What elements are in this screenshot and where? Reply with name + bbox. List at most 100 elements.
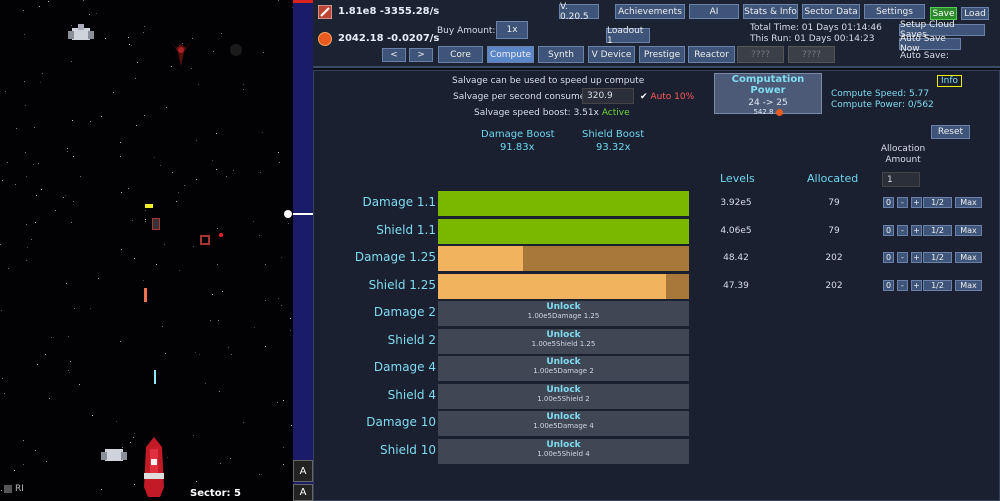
save-button[interactable]: Save [930,7,957,20]
half-button[interactable]: 1/2 [923,224,952,236]
salvage-per-second-input[interactable]: 320.9 [582,88,634,104]
star [73,156,74,157]
set-zero-button[interactable]: 0 [883,197,894,208]
progress-bar [438,191,689,216]
star [243,84,244,85]
half-button[interactable]: 1/2 [923,279,952,291]
star [130,442,131,443]
load-button[interactable]: Load [961,7,989,20]
decrease-button[interactable]: - [897,279,908,291]
unlock-button[interactable]: Unlock 1.00e5Shield 4 [438,438,689,464]
tab-locked-1[interactable]: ???? [737,46,784,63]
star [101,116,102,117]
max-button[interactable]: Max [955,279,982,291]
shield-boost-label: Shield Boost [582,129,645,140]
decrease-button[interactable]: - [897,224,908,236]
compute-panel: Salvage can be used to speed up compute … [313,70,1000,501]
set-zero-button[interactable]: 0 [883,279,894,291]
star [162,326,163,327]
side-button-a2[interactable]: A [293,484,313,501]
star [7,162,8,163]
tab-synth[interactable]: Synth [538,46,584,63]
increase-button[interactable]: + [911,197,922,208]
unlock-button[interactable]: Unlock 1.00e5Damage 2 [438,356,689,381]
auto-10-checkbox[interactable]: ✔ Auto 10% [640,92,694,102]
unlock-button[interactable]: Unlock 1.00e5Shield 2 [438,383,689,409]
star [193,435,194,436]
star [220,463,221,464]
star [1,490,2,491]
increase-button[interactable]: + [911,252,922,263]
set-zero-button[interactable]: 0 [883,252,894,263]
star [2,378,3,379]
tab-v-device[interactable]: V Device [588,46,635,63]
unlock-button[interactable]: Unlock 1.00e5Shield 1.25 [438,328,689,354]
info-button[interactable]: Info [937,75,963,87]
nav-prev-button[interactable]: < [382,48,406,62]
increase-button[interactable]: + [911,224,922,236]
star [210,320,211,321]
half-button[interactable]: 1/2 [923,197,952,208]
progress-bar [438,246,689,271]
nav-next-button[interactable]: > [409,48,433,62]
max-button[interactable]: Max [955,252,982,263]
level-value: 47.39 [723,280,749,291]
tab-core[interactable]: Core [438,46,483,63]
set-zero-button[interactable]: 0 [883,224,894,236]
energy-orb-icon [318,32,332,46]
star [33,164,34,165]
computation-power-button[interactable]: Computation Power 24 -> 25 542.8 [714,73,822,116]
settings-button[interactable]: Settings [864,4,925,19]
unlock-cost: 1.00e5Shield 1.25 [531,339,596,348]
star [132,220,133,221]
decrease-button[interactable]: - [897,252,908,263]
star [128,37,129,38]
player-position-icon [284,210,292,218]
increase-button[interactable]: + [911,279,922,291]
tab-locked-2[interactable]: ???? [788,46,835,63]
star [31,239,32,240]
star [281,305,282,306]
sector-data-button[interactable]: Sector Data [802,4,860,19]
unlock-label: Unlock [546,439,581,450]
loadout-button[interactable]: Loadout 1 [606,26,650,46]
row-label: Damage 10 [366,415,436,429]
star [226,176,227,177]
auto-save-now-button[interactable]: Auto Save Now [899,34,961,54]
star [26,260,27,261]
total-time: Total Time: 01 Days 01:14:46 [750,23,882,33]
star [36,195,37,196]
half-button[interactable]: 1/2 [923,252,952,263]
progress-marker [293,213,313,215]
side-button-a1[interactable]: A [293,460,313,482]
star [70,361,71,362]
reset-button[interactable]: Reset [931,125,970,139]
star [71,222,72,223]
player-ship-icon[interactable] [140,437,168,499]
auto-10-label: Auto 10% [650,92,695,102]
stats-info-button[interactable]: Stats & Info [743,4,798,19]
ri-toggle[interactable]: RI [4,484,24,494]
allocation-amount-input[interactable]: 1 [882,172,920,187]
star [283,464,284,465]
star [166,107,167,108]
star [83,0,84,1]
tab-compute[interactable]: Compute [487,46,534,63]
row-label: Damage 1.1 [362,195,436,209]
unlock-button[interactable]: Unlock 1.00e5Damage 4 [438,411,689,436]
unlock-button[interactable]: Unlock 1.00e5Damage 1.25 [438,301,689,326]
ai-button[interactable]: AI [689,4,739,19]
max-button[interactable]: Max [955,224,982,236]
star [164,244,165,245]
star [230,458,231,459]
tab-reactor[interactable]: Reactor [688,46,735,63]
version-label[interactable]: V. 0.20.5 [559,2,599,22]
star [222,291,223,292]
buy-amount-button[interactable]: 1x [496,21,528,39]
achievements-button[interactable]: Achievements [615,4,685,19]
tab-prestige[interactable]: Prestige [639,46,685,63]
game-viewport[interactable]: Sector: 5 RI [0,0,293,501]
star [16,128,17,129]
decrease-button[interactable]: - [897,197,908,208]
max-button[interactable]: Max [955,197,982,208]
